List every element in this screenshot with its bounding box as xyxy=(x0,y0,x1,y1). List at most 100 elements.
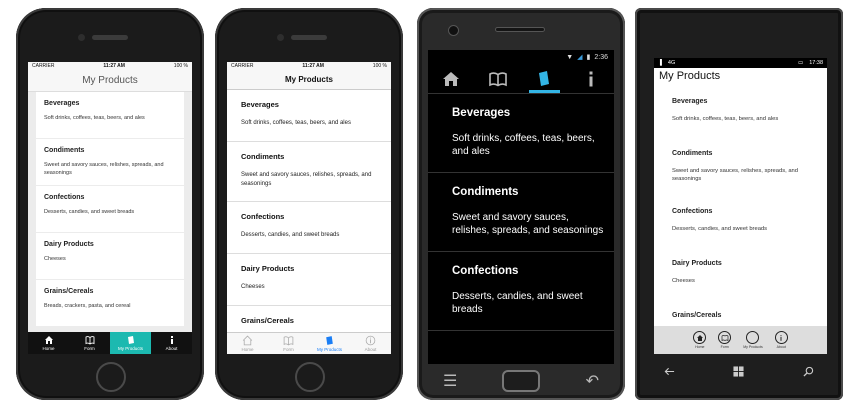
status-time: 11:27 AM xyxy=(103,63,125,69)
tab-bar xyxy=(428,64,614,94)
list-item[interactable]: Grains/CerealsBreads, crackers, pasta, a… xyxy=(36,280,184,327)
category-list: Beverages Soft drinks, coffees, teas, bee… xyxy=(28,92,192,332)
windows-phone-device: ▐ 4G ▭ 17:38 My Products Beverages Soft d… xyxy=(635,8,843,400)
home-icon xyxy=(696,334,703,341)
category-title: Grains/Cereals xyxy=(44,288,94,295)
category-description: Desserts, candies, and sweet breads xyxy=(672,226,768,232)
home-icon xyxy=(44,336,53,344)
list-item[interactable]: Beverages Soft drinks, coffees, teas, bee… xyxy=(36,92,184,139)
category-title: Dairy Products xyxy=(241,264,295,273)
home-hardware-button[interactable] xyxy=(96,362,126,392)
list-item[interactable]: Grains/CerealsBreads, crackers, pasta, a… xyxy=(654,304,827,326)
category-title: Condiments xyxy=(44,147,85,154)
category-description: Desserts, candies, and sweet breads xyxy=(452,291,583,315)
category-description: Sweet and savory sauces, relishes, sprea… xyxy=(44,162,164,176)
category-title: Dairy Products xyxy=(44,241,94,248)
product-icon xyxy=(749,334,757,342)
page-title: My Products xyxy=(28,70,192,92)
list-item[interactable]: Condiments Sweet and savory sauces, relis… xyxy=(654,142,827,200)
list-item[interactable]: Condiments Sweet and savory sauces, relis… xyxy=(428,173,614,252)
menu-icon[interactable]: ☰ xyxy=(443,371,457,391)
home-hardware-button[interactable] xyxy=(502,370,541,392)
category-title: Dairy Products xyxy=(672,260,722,267)
tab-my-products[interactable] xyxy=(521,64,568,93)
category-description: Cheeses xyxy=(672,278,695,284)
tab-bar: Home Form My Products About xyxy=(28,332,192,354)
tab-my-products[interactable]: My Products xyxy=(309,333,350,354)
info-icon xyxy=(170,336,173,344)
tab-home[interactable]: Home xyxy=(28,332,69,354)
network-label: 4G xyxy=(667,60,676,66)
list-item[interactable]: Beverages Soft drinks, coffees, teas, bee… xyxy=(428,94,614,173)
tab-bar: Home Form My Products About xyxy=(227,332,391,354)
category-title: Beverages xyxy=(452,107,511,119)
back-icon[interactable]: ↶ xyxy=(586,371,599,391)
tab-label: Home xyxy=(42,346,55,351)
category-title: Confections xyxy=(452,265,519,277)
list-item[interactable]: Confections Desserts, candies, and sweet … xyxy=(36,186,184,233)
list-item[interactable]: Condiments Sweet and savory sauces, relis… xyxy=(36,139,184,186)
info-icon xyxy=(589,71,593,86)
tab-form[interactable]: Form xyxy=(69,332,110,354)
tab-label: Form xyxy=(84,346,95,351)
tab-form[interactable]: Form xyxy=(268,333,309,354)
wifi-icon: ▼ xyxy=(566,53,574,61)
category-title: Confections xyxy=(672,208,713,215)
tab-label: About xyxy=(364,347,377,352)
status-bar: ▐ 4G ▭ 17:38 xyxy=(654,58,827,68)
category-description: Soft drinks, coffees, teas, beers, and a… xyxy=(452,133,595,157)
category-title: Grains/Cereals xyxy=(672,312,722,319)
list-item[interactable]: Grains/CerealsBreads, crackers, pasta, a… xyxy=(227,306,391,332)
windows-phone-screen: ▐ 4G ▭ 17:38 My Products Beverages Soft d… xyxy=(654,58,827,354)
carrier-label: CARRIER xyxy=(32,63,55,69)
tab-about[interactable]: About xyxy=(350,333,391,354)
tab-about[interactable] xyxy=(568,64,615,93)
category-title: Beverages xyxy=(241,100,279,109)
list-item[interactable]: Dairy Products Cheeses xyxy=(654,252,827,304)
appbar-home-button[interactable]: Home xyxy=(693,331,707,349)
list-item[interactable]: Dairy Products Cheeses xyxy=(227,254,391,306)
home-hardware-button[interactable] xyxy=(295,362,325,392)
list-item[interactable]: Confections Desserts, candies, and sweet … xyxy=(428,252,614,331)
list-item[interactable]: Dairy Products Cheeses xyxy=(36,233,184,280)
status-time: 11:27 AM xyxy=(302,63,324,69)
tab-form[interactable] xyxy=(475,64,522,93)
category-title: Condiments xyxy=(452,186,519,198)
tab-label: About xyxy=(165,346,178,351)
tab-label: Home xyxy=(241,347,254,352)
tab-home[interactable] xyxy=(428,64,475,93)
tab-home[interactable]: Home xyxy=(227,333,268,354)
category-description: Soft drinks, coffees, teas, beers, and a… xyxy=(241,120,351,126)
search-icon[interactable] xyxy=(803,366,814,377)
info-icon xyxy=(780,334,782,341)
page-title: My Products xyxy=(659,70,721,82)
category-description: Cheeses xyxy=(241,284,265,290)
category-description: Sweet and savory sauces, relishes, sprea… xyxy=(241,172,372,187)
front-camera xyxy=(277,34,284,41)
list-item[interactable]: Beverages Soft drinks, coffees, teas, bee… xyxy=(654,90,827,142)
status-bar: CARRIER 11:27 AM 100 % xyxy=(227,62,391,70)
appbar-my-products-button[interactable]: My Products xyxy=(743,331,763,349)
list-item[interactable]: Condiments Sweet and savory sauces, relis… xyxy=(227,142,391,202)
battery-level: 100 % xyxy=(372,63,387,69)
category-description: Sweet and savory sauces, relishes, sprea… xyxy=(672,168,798,182)
appbar-about-button[interactable]: About xyxy=(774,331,788,349)
signal-icon: ◢ xyxy=(577,54,583,61)
hardware-keys: ☰ ↶ xyxy=(417,368,625,394)
book-icon xyxy=(85,336,94,345)
product-icon xyxy=(539,70,550,86)
app-bar: Home Form My Products About xyxy=(654,326,827,354)
list-item[interactable]: Confections Desserts, candies, and sweet … xyxy=(654,200,827,252)
list-item[interactable]: Beverages Soft drinks, coffees, teas, bee… xyxy=(227,90,391,142)
appbar-form-button[interactable]: Form xyxy=(718,331,732,349)
list-item[interactable]: Confections Desserts, candies, and sweet … xyxy=(227,202,391,254)
appbar-label: About xyxy=(776,345,786,349)
tab-about[interactable]: About xyxy=(151,332,192,354)
back-arrow-icon[interactable] xyxy=(664,366,675,377)
iphone-2-screen: CARRIER 11:27 AM 100 % My Products Bever… xyxy=(227,62,391,354)
signal-icon: ▐ xyxy=(658,60,662,66)
category-title: Beverages xyxy=(672,98,708,105)
tab-my-products[interactable]: My Products xyxy=(110,332,151,354)
windows-logo-icon[interactable] xyxy=(733,365,745,377)
battery-icon: ▮ xyxy=(586,54,591,61)
